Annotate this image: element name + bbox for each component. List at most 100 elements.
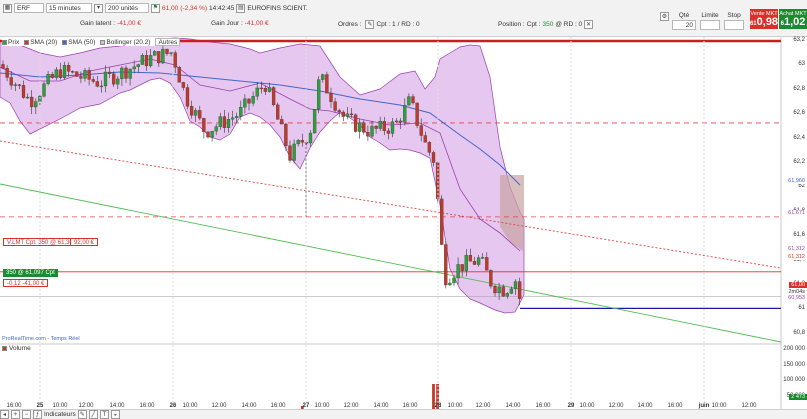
candle-body (1, 64, 5, 69)
candle-body (21, 85, 26, 98)
sma20-value-b: 61,312 (788, 254, 805, 260)
sell-limit-order-value[interactable]: 92,00 € (70, 238, 99, 246)
close-position-icon[interactable]: ✕ (584, 20, 594, 29)
candle-body (386, 130, 391, 134)
candle-body (345, 113, 350, 117)
units-select[interactable]: 200 unités (105, 3, 149, 13)
legend-sma50[interactable]: SMA (50) (62, 39, 95, 46)
candle-body (107, 71, 112, 74)
candle-body (308, 132, 313, 144)
candle-body (296, 140, 300, 145)
candle-body (50, 74, 54, 78)
candle-body (427, 142, 432, 153)
symbol-input[interactable]: ERF (14, 3, 44, 13)
candle-body (120, 67, 124, 80)
qte-value: 20 (685, 21, 693, 29)
candle-body (259, 87, 263, 90)
autres-label: Autres (158, 38, 178, 46)
legend-sma20-swatch (24, 39, 30, 45)
upper-band-value-tag: 61,671 (786, 210, 807, 216)
candle-body (440, 198, 444, 245)
sma20-value-tag-b: 61,312 (786, 254, 807, 260)
candle-body (95, 81, 99, 87)
candle-body (493, 285, 497, 294)
indicators-button[interactable]: Indicateurs (44, 411, 76, 418)
candle-body (75, 71, 79, 77)
candle-body (181, 82, 186, 88)
zoom-out-icon[interactable]: − (22, 410, 31, 419)
autres-button[interactable]: Autres (155, 38, 181, 46)
legend-sma20-label: SMA (20) (30, 38, 58, 46)
sell-market-button[interactable]: Vente MKT 610,98 (750, 9, 778, 29)
timeframe-select[interactable]: 15 minutes (46, 3, 92, 13)
candle-body (165, 48, 169, 54)
candle-body (403, 104, 407, 123)
edit-icon[interactable]: ✎ (365, 20, 375, 29)
candle-body (239, 107, 243, 117)
legend-sma20[interactable]: SMA (20) (24, 39, 57, 46)
candle-body (243, 98, 247, 108)
order-line-label: V.LMT Cpt. 350 @ 61,30 (7, 240, 73, 246)
scroll-left-icon[interactable]: ◂ (0, 410, 9, 419)
timeframe-value: 15 minutes (49, 4, 81, 12)
candle-body (214, 126, 218, 132)
price-change: (-2,34 %) (180, 4, 208, 12)
stop-input[interactable] (724, 20, 744, 30)
candle-body (317, 79, 321, 110)
symbol-value: ERF (17, 4, 30, 12)
candle-body (66, 65, 71, 72)
candle-body (251, 96, 255, 104)
candle-body (329, 92, 333, 102)
candle-body (489, 270, 493, 287)
candle-body (99, 85, 104, 88)
limite-input[interactable] (700, 20, 720, 30)
legend-prix[interactable]: Prix (2, 39, 19, 46)
candle-body (25, 96, 30, 99)
candle-body (501, 286, 505, 297)
magnet-icon[interactable]: ◒ (110, 410, 120, 419)
candle-body (394, 120, 399, 123)
candle-body (218, 116, 222, 127)
candle-body (370, 125, 374, 137)
candle-body (42, 83, 46, 97)
sma50-value: 61,960 (788, 178, 805, 184)
chart-icon[interactable]: ▤ (236, 3, 246, 13)
legend-bollinger[interactable]: Bollinger (20.2) (100, 39, 150, 46)
order-line-value: 92,00 € (74, 240, 95, 246)
candle-body (116, 78, 120, 85)
sell-limit-order-line[interactable]: V.LMT Cpt. 350 @ 61,30 (3, 238, 77, 246)
price-chart[interactable] (0, 37, 807, 419)
settings-icon[interactable]: ⚙ (660, 12, 669, 21)
line-tool-icon[interactable]: ╱ (88, 410, 98, 419)
text-tool-icon[interactable]: T (99, 410, 109, 419)
qte-input[interactable]: 20 (672, 20, 696, 30)
candle-body (91, 79, 95, 82)
position-line[interactable]: 350 @ 61,097 Cpt (3, 269, 58, 277)
chevron-down-icon[interactable]: ▾ (94, 3, 103, 13)
buy-market-button[interactable]: Achat MKT 61,02 (779, 9, 807, 29)
candle-body (30, 96, 34, 108)
candle-body (157, 51, 161, 64)
volume-axis-tick: 200 000 (783, 346, 805, 352)
upper-band-value: 61,671 (788, 210, 805, 216)
indicators-icon[interactable]: ƒ (33, 410, 42, 419)
candle-body (79, 76, 83, 79)
last-price-tag-value: 61,00 (791, 282, 805, 288)
zoom-in-icon[interactable]: + (11, 410, 20, 419)
bottom-bar: ◂ + − ƒ Indicateurs ✎ ╱ T ◒ (0, 409, 807, 419)
pencil-icon[interactable]: ✎ (77, 410, 87, 419)
candle-body (390, 121, 395, 134)
candle-body (194, 110, 198, 116)
flag-icon[interactable]: ⚑ (151, 3, 160, 13)
volume-value-tag: 2 473 (789, 394, 807, 400)
position-pl-value: -41,00 € (22, 281, 45, 287)
sell-price: 0,98 (756, 15, 779, 28)
candle-body (136, 64, 140, 67)
candle-body (468, 255, 473, 262)
candle-body (448, 282, 452, 286)
grid-icon[interactable]: ▦ (3, 3, 12, 13)
sell-price-prefix: 61 (749, 20, 757, 27)
candle-body (263, 88, 268, 92)
legend-bollinger-swatch (100, 39, 106, 45)
candle-body (185, 87, 190, 107)
